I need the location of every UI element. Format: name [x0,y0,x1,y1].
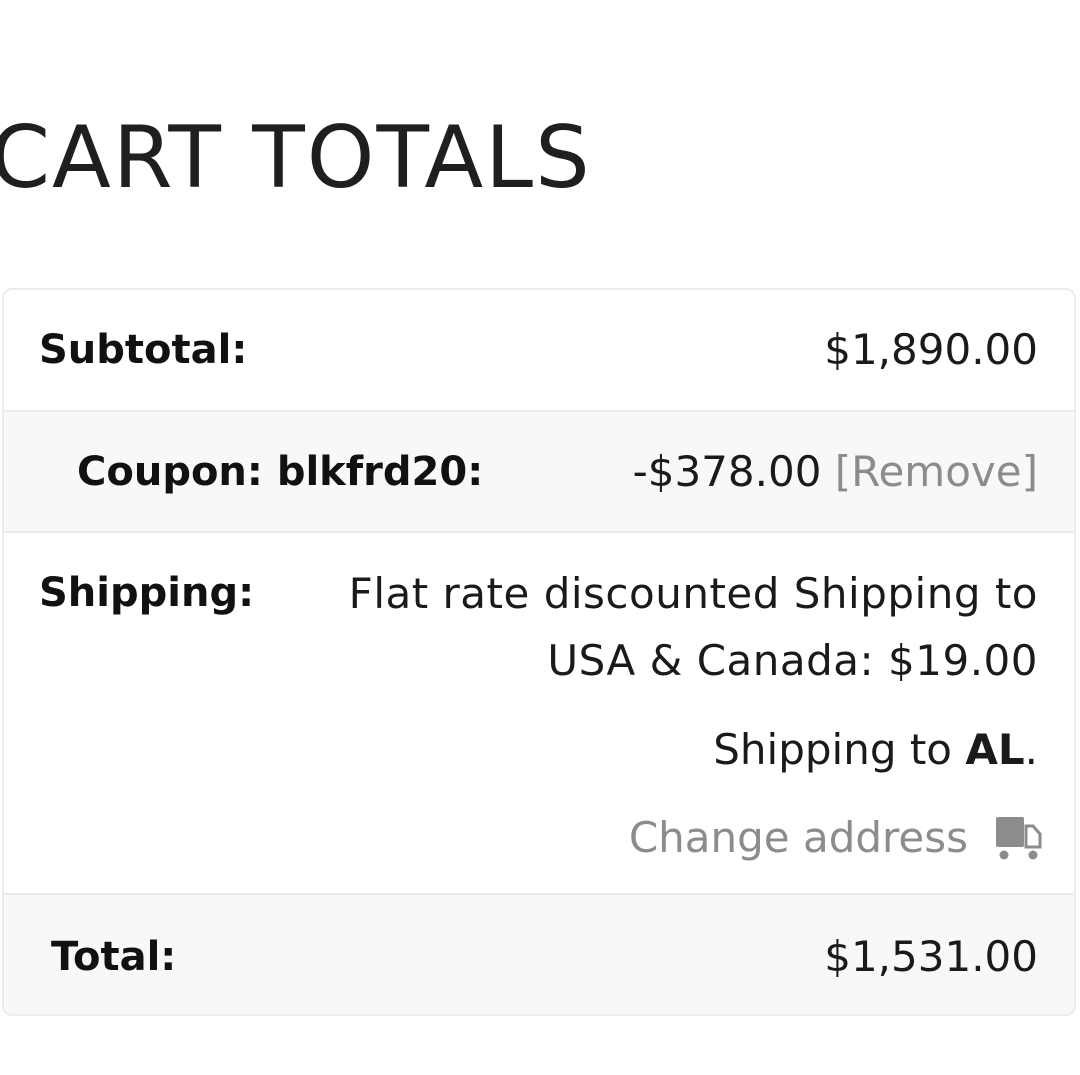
cart-totals-heading: CART TOTALS [0,108,592,208]
truck-icon [996,817,1042,860]
coupon-row: Coupon: blkfrd20: -$378.00 [Remove] [4,412,1074,533]
shipping-label: Shipping: [39,570,255,616]
cart-totals-page: CART TOTALS Subtotal: $1,890.00 Coupon: … [0,0,1080,1075]
shipping-destination-suffix: . [1024,725,1038,774]
shipping-destination: Shipping to AL. [713,725,1038,775]
subtotal-value: $1,890.00 [824,325,1038,374]
cart-totals-table: Subtotal: $1,890.00 Coupon: blkfrd20: -$… [2,288,1076,1016]
change-address-button[interactable]: Change address [629,813,1042,863]
change-address-label: Change address [628,813,968,862]
shipping-destination-state: AL [965,725,1025,774]
total-label: Total: [51,934,177,980]
total-value: $1,531.00 [824,932,1038,981]
remove-coupon-link[interactable]: [Remove] [835,447,1038,496]
shipping-row: Shipping: Flat rate discounted Shipping … [4,533,1074,895]
coupon-discount: -$378.00 [Remove] [633,447,1038,497]
total-row: Total: $1,531.00 [4,895,1074,1014]
subtotal-label: Subtotal: [39,327,248,373]
coupon-value: -$378.00 [632,447,822,496]
shipping-destination-prefix: Shipping to [713,725,966,774]
shipping-method: Flat rate discounted Shipping to USA & C… [348,569,1038,685]
coupon-label: Coupon: blkfrd20: [77,449,484,495]
subtotal-row: Subtotal: $1,890.00 [4,290,1074,412]
